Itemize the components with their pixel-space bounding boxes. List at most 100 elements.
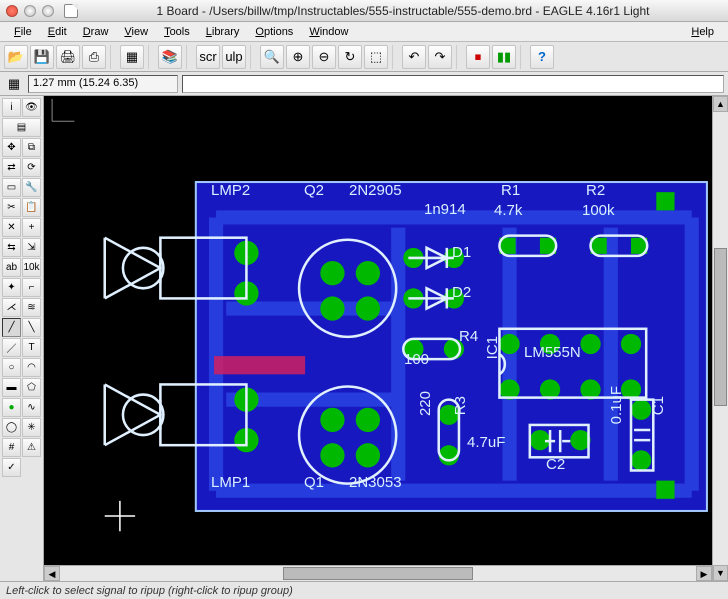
label-r2: R2 <box>586 182 605 199</box>
redo-button[interactable]: ↷ <box>428 45 452 69</box>
delete-tool[interactable]: ✕ <box>2 218 21 237</box>
zoom-window-button[interactable] <box>42 5 54 17</box>
zoom-redraw-button[interactable]: ↻ <box>338 45 362 69</box>
pinswap-tool[interactable]: ⇆ <box>2 238 21 257</box>
replace-tool[interactable]: ⇲ <box>22 238 41 257</box>
label-c1val: 0.1uF <box>608 386 625 424</box>
zoom-select-button[interactable]: ⬚ <box>364 45 388 69</box>
open-button[interactable]: 📂 <box>4 45 28 69</box>
optimize-tool[interactable]: ≋ <box>22 298 41 317</box>
label-q2val: 2N2905 <box>349 182 402 199</box>
info-tool[interactable]: i <box>2 98 21 117</box>
tool-palette: i 👁 ▤ ✥ ⧉ ⇄ ⟳ ▭ 🔧 ✂ 📋 ✕ + ⇆ ⇲ ab 10k ✦ ⌐… <box>0 96 44 581</box>
document-icon <box>64 4 78 18</box>
scroll-left-button[interactable]: ◀ <box>44 566 60 581</box>
zoom-out-button[interactable]: ⊖ <box>312 45 336 69</box>
label-q1val: 2N3053 <box>349 474 402 491</box>
go-button[interactable]: ▮▮ <box>492 45 516 69</box>
status-text: Left-click to select signal to ripup (ri… <box>6 585 293 597</box>
menu-draw[interactable]: Draw <box>75 24 117 40</box>
hole-tool[interactable]: ◯ <box>2 418 21 437</box>
scroll-down-button[interactable]: ▼ <box>713 565 728 581</box>
vertical-scrollbar[interactable]: ▲ ▼ <box>712 96 728 581</box>
menu-options[interactable]: Options <box>247 24 301 40</box>
change-tool[interactable]: 🔧 <box>22 178 41 197</box>
cam-button[interactable]: ⎙ <box>82 45 106 69</box>
board-schematic-button[interactable]: ▦ <box>120 45 144 69</box>
cut-tool[interactable]: ✂ <box>2 198 21 217</box>
window-title: 1 Board - /Users/billw/tmp/Instructables… <box>84 4 722 18</box>
show-tool[interactable]: 👁 <box>22 98 41 117</box>
rect-tool[interactable]: ▬ <box>2 378 21 397</box>
coordinate-display: 1.27 mm (15.24 6.35) <box>28 75 178 93</box>
text-tool[interactable]: T <box>22 338 41 357</box>
label-r4val: 100 <box>404 351 429 368</box>
mirror-tool[interactable]: ⇄ <box>2 158 21 177</box>
label-lmp2: LMP2 <box>211 182 250 199</box>
stop-button[interactable]: ⏹ <box>466 45 490 69</box>
signal-tool[interactable]: ∿ <box>22 398 41 417</box>
label-r1: R1 <box>501 182 520 199</box>
label-d1: D1 <box>452 244 471 261</box>
rotate-tool[interactable]: ⟳ <box>22 158 41 177</box>
arc-tool[interactable]: ◠ <box>22 358 41 377</box>
zoom-in-button[interactable]: ⊕ <box>286 45 310 69</box>
smash-tool[interactable]: ✦ <box>2 278 21 297</box>
menu-library[interactable]: Library <box>198 24 248 40</box>
undo-button[interactable]: ↶ <box>402 45 426 69</box>
print-button[interactable]: 🖨 <box>56 45 80 69</box>
menu-view[interactable]: View <box>116 24 156 40</box>
label-q1: Q1 <box>304 474 324 491</box>
help-button[interactable]: ? <box>530 45 554 69</box>
label-c1: C1 <box>650 396 667 415</box>
drc-tool[interactable]: ✓ <box>2 458 21 477</box>
move-tool[interactable]: ✥ <box>2 138 21 157</box>
label-r1val: 4.7k <box>494 202 522 219</box>
scroll-right-button[interactable]: ▶ <box>696 566 712 581</box>
menu-edit[interactable]: Edit <box>40 24 75 40</box>
erc-tool[interactable]: ⚠ <box>22 438 41 457</box>
library-button[interactable]: 📚 <box>158 45 182 69</box>
ripup-tool[interactable]: ╲ <box>22 318 41 337</box>
label-lmp1: LMP1 <box>211 474 250 491</box>
close-window-button[interactable] <box>6 5 18 17</box>
label-dval: 1n914 <box>424 201 466 218</box>
label-ic1: IC1 <box>484 336 501 359</box>
menu-window[interactable]: Window <box>301 24 356 40</box>
value-tool[interactable]: 10k <box>22 258 41 277</box>
menu-file[interactable]: File <box>6 24 40 40</box>
circle-tool[interactable]: ○ <box>2 358 21 377</box>
run-button[interactable]: ulp <box>222 45 246 69</box>
paste-tool[interactable]: 📋 <box>22 198 41 217</box>
script-button[interactable]: scr <box>196 45 220 69</box>
poly-tool[interactable]: ⬠ <box>22 378 41 397</box>
pcb-canvas[interactable]: LMP2 LMP1 Q2 2N2905 Q1 2N3053 1n914 D1 D… <box>44 96 712 565</box>
label-c2: C2 <box>546 456 565 473</box>
name-tool[interactable]: ab <box>2 258 21 277</box>
zoom-fit-button[interactable]: 🔍 <box>260 45 284 69</box>
ratsnest-tool[interactable]: ✳ <box>22 418 41 437</box>
vscroll-thumb[interactable] <box>714 248 727 407</box>
wire-tool[interactable]: ／ <box>2 338 21 357</box>
board-drawing <box>44 96 712 565</box>
via-tool[interactable]: ● <box>2 398 21 417</box>
copy-tool[interactable]: ⧉ <box>22 138 41 157</box>
auto-tool[interactable]: # <box>2 438 21 457</box>
label-r3: R3 <box>452 396 469 415</box>
hscroll-thumb[interactable] <box>283 567 474 580</box>
group-tool[interactable]: ▭ <box>2 178 21 197</box>
split-tool[interactable]: ⋌ <box>2 298 21 317</box>
save-button[interactable]: 💾 <box>30 45 54 69</box>
layer-tool[interactable]: ▤ <box>2 118 41 137</box>
command-input[interactable] <box>182 75 724 93</box>
route-tool[interactable]: ╱ <box>2 318 21 337</box>
label-r3val2: 220 <box>417 391 434 416</box>
horizontal-scrollbar[interactable]: ◀ ▶ <box>44 565 712 581</box>
menu-tools[interactable]: Tools <box>156 24 198 40</box>
grid-icon[interactable]: ▦ <box>0 77 28 90</box>
miter-tool[interactable]: ⌐ <box>22 278 41 297</box>
minimize-window-button[interactable] <box>24 5 36 17</box>
scroll-up-button[interactable]: ▲ <box>713 96 728 112</box>
add-tool[interactable]: + <box>22 218 41 237</box>
menu-help[interactable]: Help <box>683 24 722 40</box>
